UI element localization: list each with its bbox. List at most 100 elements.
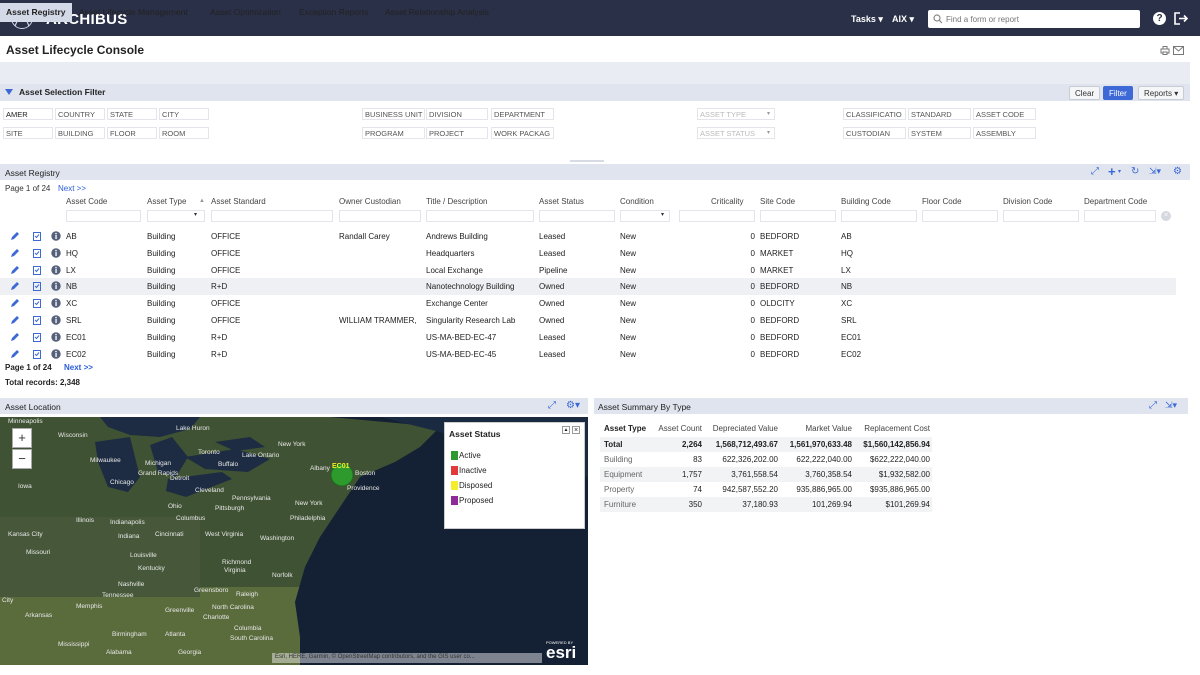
state-field[interactable]: STATE	[107, 108, 157, 120]
filter-title[interactable]	[426, 210, 534, 222]
business-unit-field[interactable]: BUSINESS UNIT	[362, 108, 425, 120]
next-page-link-bottom[interactable]: Next >>	[64, 363, 93, 372]
refresh-icon[interactable]: ↻	[1131, 166, 1139, 177]
export-icon[interactable]: ⇲▾	[1165, 400, 1177, 411]
edit-pencil-icon[interactable]	[10, 265, 20, 275]
clipboard-icon[interactable]	[32, 231, 42, 241]
standard-field[interactable]: STANDARD	[908, 108, 971, 120]
collapse-icon[interactable]: ▲	[562, 426, 570, 434]
col-condition[interactable]: Condition	[620, 197, 654, 206]
logout-icon[interactable]	[1174, 12, 1188, 25]
col-site-code[interactable]: Site Code	[760, 197, 795, 206]
col-owner-custodian[interactable]: Owner Custodian	[339, 197, 401, 206]
filter-asset-code[interactable]	[66, 210, 141, 222]
edit-pencil-icon[interactable]	[10, 315, 20, 325]
info-icon[interactable]	[51, 264, 61, 275]
clear-button[interactable]: Clear	[1069, 86, 1101, 100]
clear-filter-icon[interactable]: ×	[1161, 211, 1171, 221]
settings-gear-icon[interactable]: ⚙▾	[566, 400, 580, 411]
zoom-in-button[interactable]: +	[12, 428, 32, 448]
collapse-triangle-icon[interactable]	[5, 89, 13, 95]
system-field[interactable]: SYSTEM	[908, 127, 971, 139]
clipboard-icon[interactable]	[32, 265, 42, 275]
tab-asset-lifecycle-management[interactable]: Asset Lifecycle Management	[79, 7, 188, 17]
reports-button[interactable]: Reports ▾	[1138, 86, 1185, 100]
filter-button[interactable]: Filter	[1103, 86, 1133, 100]
asset-type-select[interactable]: ASSET TYPE	[697, 108, 775, 120]
project-field[interactable]: PROJECT	[426, 127, 488, 139]
info-icon[interactable]	[51, 315, 61, 325]
filter-division-code[interactable]	[1003, 210, 1079, 222]
next-page-link[interactable]: Next >>	[58, 184, 86, 193]
table-row[interactable]: HQ Building OFFICE Headquarters Leased New 0 MA…	[0, 245, 1176, 262]
export-icon[interactable]: ⇲▾	[1149, 166, 1161, 177]
region-field[interactable]: AMER	[3, 108, 53, 120]
classification-field[interactable]: CLASSIFICATIO	[843, 108, 906, 120]
work-package-field[interactable]: WORK PACKAG	[491, 127, 554, 139]
filter-asset-standard[interactable]	[211, 210, 333, 222]
asset-code-field[interactable]: ASSET CODE	[973, 108, 1036, 120]
clipboard-icon[interactable]	[32, 298, 42, 309]
table-row[interactable]: LX Building OFFICE Local Exchange Pipeline Ne…	[0, 262, 1176, 279]
summary-col-header[interactable]: Replacement Cost	[854, 424, 930, 433]
search-box[interactable]	[928, 10, 1140, 28]
tab-asset-registry[interactable]: Asset Registry	[0, 3, 72, 22]
summary-col-header[interactable]: Market Value	[780, 424, 852, 433]
division-field[interactable]: DIVISION	[426, 108, 488, 120]
asset-marker-label[interactable]: EC01	[332, 463, 350, 470]
close-icon[interactable]: ×	[572, 426, 580, 434]
department-field[interactable]: DEPARTMENT	[491, 108, 554, 120]
expand-icon[interactable]: ⤢	[1149, 400, 1157, 411]
floor-field[interactable]: FLOOR	[107, 127, 157, 139]
clipboard-icon[interactable]	[32, 281, 42, 292]
splitter-handle[interactable]	[570, 160, 604, 162]
summary-col-header[interactable]: Depreciated Value	[704, 424, 778, 433]
table-row[interactable]: NB Building R+D Nanotechnology Building Owne…	[0, 278, 1176, 296]
filter-building-code[interactable]	[841, 210, 917, 222]
col-criticality[interactable]: Criticality	[711, 197, 743, 206]
info-icon[interactable]	[51, 298, 61, 308]
asset-status-select[interactable]: ASSET STATUS	[697, 127, 775, 139]
sort-asc-icon[interactable]: ▲	[199, 198, 205, 204]
summary-col-header[interactable]: Asset Count	[650, 424, 702, 433]
clipboard-icon[interactable]	[32, 315, 42, 325]
edit-pencil-icon[interactable]	[10, 231, 20, 241]
info-icon[interactable]	[51, 248, 61, 258]
site-field[interactable]: SITE	[3, 127, 53, 139]
custodian-field[interactable]: CUSTODIAN	[843, 127, 906, 139]
tab-exception-reports[interactable]: Exception Reports	[299, 7, 368, 17]
expand-icon[interactable]: ⤢	[1091, 166, 1099, 177]
search-input[interactable]	[946, 12, 1136, 26]
info-icon[interactable]	[51, 348, 61, 359]
col-asset-code[interactable]: Asset Code	[66, 197, 107, 206]
edit-pencil-icon[interactable]	[10, 281, 20, 291]
filter-floor-code[interactable]	[922, 210, 998, 222]
table-row[interactable]: XC Building OFFICE Exchange Center Owned New 0…	[0, 295, 1176, 312]
col-asset-status[interactable]: Asset Status	[539, 197, 584, 206]
help-icon[interactable]: ?	[1153, 12, 1166, 25]
table-row[interactable]: AB Building OFFICE Randall Carey Andrews Bui…	[0, 228, 1176, 245]
edit-pencil-icon[interactable]	[10, 332, 20, 342]
col-title-description[interactable]: Title / Description	[426, 197, 488, 206]
expand-icon[interactable]: ⤢	[548, 400, 556, 411]
user-menu[interactable]: AIX ▾	[892, 14, 914, 25]
col-asset-standard[interactable]: Asset Standard	[211, 197, 266, 206]
col-asset-type[interactable]: Asset Type	[147, 197, 186, 206]
tab-asset-relationship-analysis[interactable]: Asset Relationship Analysis	[385, 7, 489, 17]
room-field[interactable]: ROOM	[159, 127, 209, 139]
zoom-out-button[interactable]: −	[12, 449, 32, 469]
table-row[interactable]: EC01 Building R+D US-MA-BED-EC-47 Leased New 0…	[0, 329, 1176, 346]
city-field[interactable]: CITY	[159, 108, 209, 120]
chevron-down-icon[interactable]: ▾	[1118, 168, 1121, 175]
col-division-code[interactable]: Division Code	[1003, 197, 1052, 206]
filter-department-code[interactable]	[1084, 210, 1156, 222]
program-field[interactable]: PROGRAM	[362, 127, 425, 139]
info-icon[interactable]	[51, 332, 61, 342]
edit-pencil-icon[interactable]	[10, 248, 20, 258]
edit-pencil-icon[interactable]	[10, 349, 20, 359]
print-icon[interactable]	[1160, 46, 1170, 55]
table-row[interactable]: EC02 Building R+D US-MA-BED-EC-45 Leased New 0…	[0, 346, 1176, 363]
clipboard-icon[interactable]	[32, 248, 42, 258]
table-row[interactable]: SRL Building OFFICE WILLIAM TRAMMER, Singula…	[0, 312, 1176, 329]
clipboard-icon[interactable]	[32, 349, 42, 359]
